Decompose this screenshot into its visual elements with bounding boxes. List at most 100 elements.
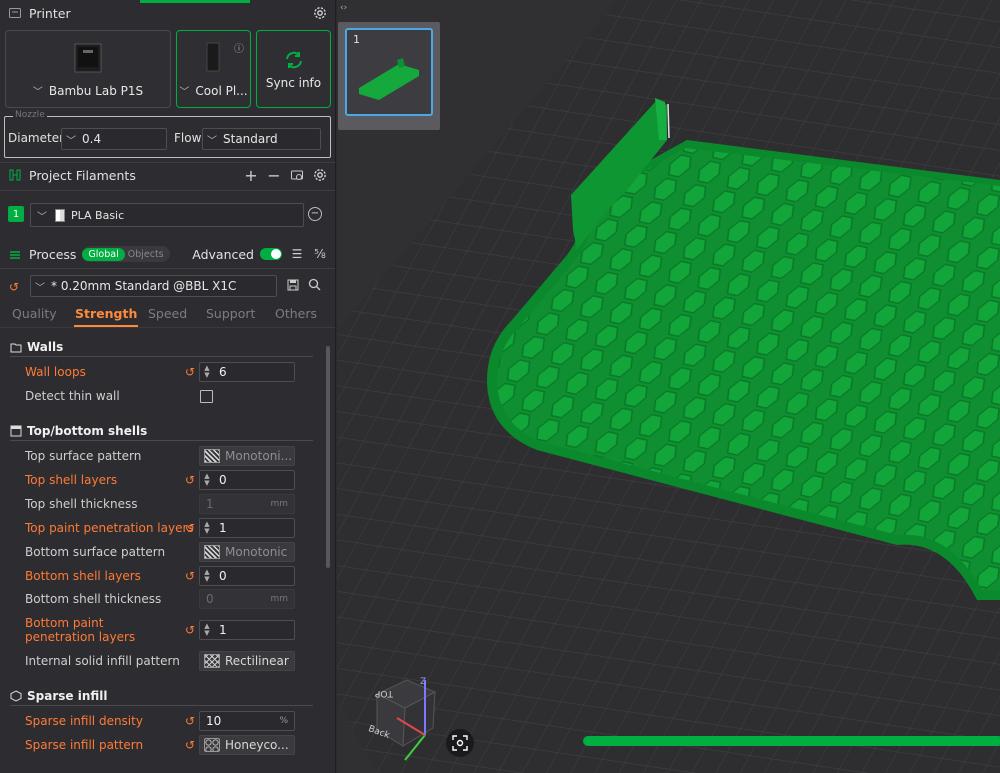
fit-view-icon xyxy=(452,735,468,751)
sparse-infill-icon xyxy=(10,690,22,702)
fit-view-button[interactable] xyxy=(446,729,474,757)
wall-loops-input[interactable]: ▲ ▼ 6 xyxy=(199,362,295,382)
sparse-infill-pattern-reset-icon[interactable]: ↺ xyxy=(185,739,197,751)
rectilinear-pattern-icon xyxy=(204,654,220,668)
process-preset-select[interactable]: ﹀ * 0.20mm Standard @BBL X1C xyxy=(30,275,277,297)
bottom-shell-layers-stepper-icon[interactable]: ▲ ▼ xyxy=(200,569,214,583)
printer-section-header: Printer xyxy=(0,0,335,26)
top-paint-penetration-input[interactable]: ▲ ▼ 1 xyxy=(199,518,295,538)
sparse-infill-title-text: Sparse infill xyxy=(27,689,108,703)
build-plate-icon xyxy=(206,42,219,72)
cube-top-label: TOP xyxy=(374,688,394,698)
filament-sync-icon[interactable] xyxy=(289,167,305,183)
tab-others[interactable]: Others xyxy=(275,306,317,321)
bottom-shell-layers-input[interactable]: ▲ ▼ 0 xyxy=(199,566,295,586)
filament-select[interactable]: ﹀ PLA Basic xyxy=(30,203,304,227)
process-scope-toggle[interactable]: Global Objects xyxy=(82,246,170,262)
tab-strength[interactable]: Strength xyxy=(73,306,139,327)
filament-index-badge[interactable]: 1 xyxy=(8,206,24,222)
process-preset-name: * 0.20mm Standard @BBL X1C xyxy=(51,279,237,293)
diameter-chevron-icon: ﹀ xyxy=(66,135,76,147)
shells-icon xyxy=(10,425,22,437)
add-filament-icon[interactable]: + xyxy=(243,166,259,185)
bottom-paint-penetration-stepper-icon[interactable]: ▲ ▼ xyxy=(200,623,214,637)
sparse-infill-density-label: Sparse infill density xyxy=(25,714,143,728)
save-preset-icon[interactable] xyxy=(287,279,299,294)
filament-spool-icon xyxy=(8,168,22,182)
sparse-infill-density-value: 10 xyxy=(206,714,222,728)
sparse-infill-density-unit: % xyxy=(279,716,288,726)
3d-viewport[interactable]: TOP Back Z ‹› 1 xyxy=(337,0,1000,773)
preset-modified-reset-icon[interactable]: ↺ xyxy=(9,280,19,294)
top-paint-penetration-stepper-icon[interactable]: ▲ ▼ xyxy=(200,521,214,535)
walls-title-text: Walls xyxy=(27,340,64,354)
sparse-infill-pattern-select[interactable]: Honeyco... xyxy=(199,735,295,755)
tabs-underline xyxy=(0,327,335,328)
collapse-sidebar-icon[interactable]: ‹› xyxy=(340,3,347,13)
printer-icon xyxy=(8,6,22,20)
top-shell-thickness-value: 1 xyxy=(206,497,214,511)
process-section-title: Process xyxy=(29,246,77,262)
top-paint-penetration-reset-icon[interactable]: ↺ xyxy=(185,522,197,534)
top-surface-pattern-value: Monotoni... xyxy=(225,449,293,463)
bottom-surface-pattern-label: Bottom surface pattern xyxy=(25,545,166,559)
nozzle-flow-select[interactable]: ﹀ Standard xyxy=(202,128,321,150)
wall-loops-label: Wall loops xyxy=(25,365,86,379)
axis-z-label: Z xyxy=(420,677,426,687)
tab-speed[interactable]: Speed xyxy=(148,306,187,321)
process-tabs: Quality Strength Speed Support Others xyxy=(0,306,335,327)
search-icon[interactable] xyxy=(308,278,321,294)
wall-loops-stepper-icon[interactable]: ▲ ▼ xyxy=(200,365,214,379)
top-shell-thickness-unit: mm xyxy=(270,499,288,509)
process-compare-icon[interactable]: ⅝ xyxy=(312,246,328,262)
internal-solid-infill-select[interactable]: Rectilinear xyxy=(199,651,295,671)
scope-objects-option[interactable]: Objects xyxy=(125,249,170,260)
filaments-section-header: Project Filaments + − xyxy=(0,162,335,188)
scope-global-option[interactable]: Global xyxy=(82,247,125,261)
nozzle-diameter-value: 0.4 xyxy=(82,132,102,146)
plate-info-icon[interactable]: ⓘ xyxy=(234,40,244,55)
plate-thumbnail-selected[interactable]: 1 xyxy=(345,28,433,116)
top-shell-layers-input[interactable]: ▲ ▼ 0 xyxy=(199,470,295,490)
bottom-shell-layers-label: Bottom shell layers xyxy=(25,569,141,583)
filament-settings-gear-icon[interactable] xyxy=(312,167,328,183)
printer-settings-gear-icon[interactable] xyxy=(312,5,328,21)
process-section-header: Process Global Objects Advanced ☰ ⅝ xyxy=(0,241,335,267)
top-shell-thickness-input: 1 mm xyxy=(199,494,295,514)
sparse-infill-density-reset-icon[interactable]: ↺ xyxy=(185,715,197,727)
plate-type-name: Cool Pl... xyxy=(195,84,248,98)
advanced-toggle[interactable] xyxy=(260,248,282,260)
bottom-surface-pattern-select[interactable]: Monotonic xyxy=(199,542,295,562)
sparse-infill-group-title: Sparse infill xyxy=(10,689,107,703)
top-shell-layers-reset-icon[interactable]: ↺ xyxy=(185,474,197,486)
walls-icon xyxy=(10,341,22,353)
settings-scrollbar[interactable] xyxy=(326,346,330,568)
process-list-icon[interactable]: ☰ xyxy=(289,246,305,262)
plate-thumbnail[interactable]: 1 xyxy=(338,22,440,130)
bottom-shell-layers-reset-icon[interactable]: ↺ xyxy=(185,570,197,582)
detect-thin-wall-checkbox[interactable] xyxy=(200,390,213,403)
plate-type-card[interactable]: ⓘ ﹀ Cool Pl... xyxy=(176,30,251,108)
bottom-paint-penetration-label: Bottom paint penetration layers xyxy=(25,616,136,644)
bottom-paint-penetration-value: 1 xyxy=(219,623,227,637)
bottom-paint-penetration-reset-icon[interactable]: ↺ xyxy=(185,624,197,636)
remove-filament-row-icon[interactable]: − xyxy=(308,207,322,221)
top-bottom-title-text: Top/bottom shells xyxy=(27,424,148,438)
bottom-paint-penetration-input[interactable]: ▲ ▼ 1 xyxy=(199,620,295,640)
tab-quality[interactable]: Quality xyxy=(12,306,57,321)
section-divider xyxy=(0,190,335,191)
top-surface-pattern-select[interactable]: Monotoni... xyxy=(199,446,295,466)
printer-select-card[interactable]: ﹀ Bambu Lab P1S xyxy=(5,30,171,108)
wall-loops-reset-icon[interactable]: ↺ xyxy=(185,366,197,378)
printer-name: Bambu Lab P1S xyxy=(48,84,144,98)
preset-chevron-icon: ﹀ xyxy=(35,282,45,294)
sparse-infill-density-input[interactable]: 10 % xyxy=(199,711,295,731)
tab-support[interactable]: Support xyxy=(206,306,255,321)
sync-info-button[interactable]: Sync info xyxy=(256,30,331,108)
nozzle-flow-value: Standard xyxy=(223,132,278,146)
remove-filament-icon[interactable]: − xyxy=(266,166,282,185)
top-shell-layers-stepper-icon[interactable]: ▲ ▼ xyxy=(200,473,214,487)
sparse-infill-pattern-value: Honeyco... xyxy=(225,738,289,752)
nozzle-diameter-select[interactable]: ﹀ 0.4 xyxy=(61,128,167,150)
walls-group-title: Walls xyxy=(10,340,63,354)
